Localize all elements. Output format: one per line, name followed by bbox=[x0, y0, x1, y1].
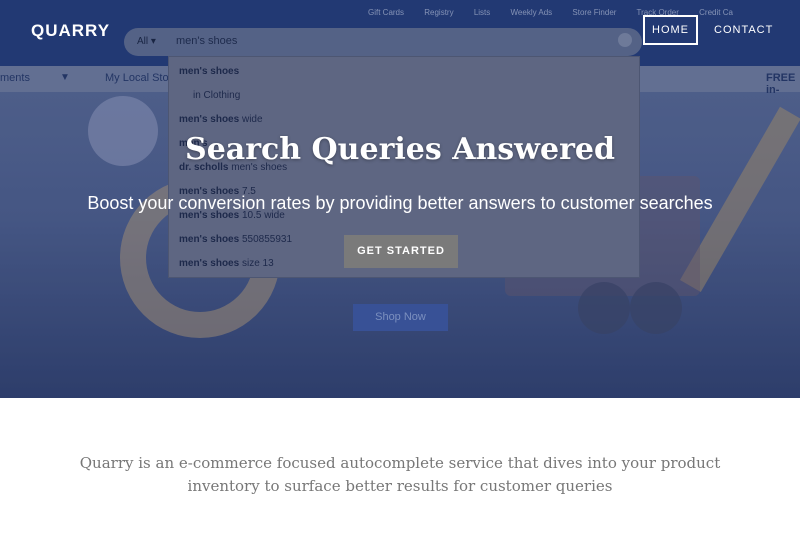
hero-subtitle: Boost your conversion rates by providing… bbox=[87, 193, 713, 213]
nav-contact-link[interactable]: CONTACT bbox=[710, 15, 777, 45]
hero-title: Search Queries Answered bbox=[185, 132, 615, 167]
get-started-button[interactable]: GET STARTED bbox=[344, 235, 458, 268]
hero-section: Gift Cards Registry Lists Weekly Ads Sto… bbox=[0, 0, 800, 398]
nav-home-link[interactable]: HOME bbox=[643, 15, 698, 45]
brand-logo[interactable]: QUARRY bbox=[31, 21, 110, 41]
about-text: Quarry is an e-commerce focused autocomp… bbox=[79, 454, 721, 495]
